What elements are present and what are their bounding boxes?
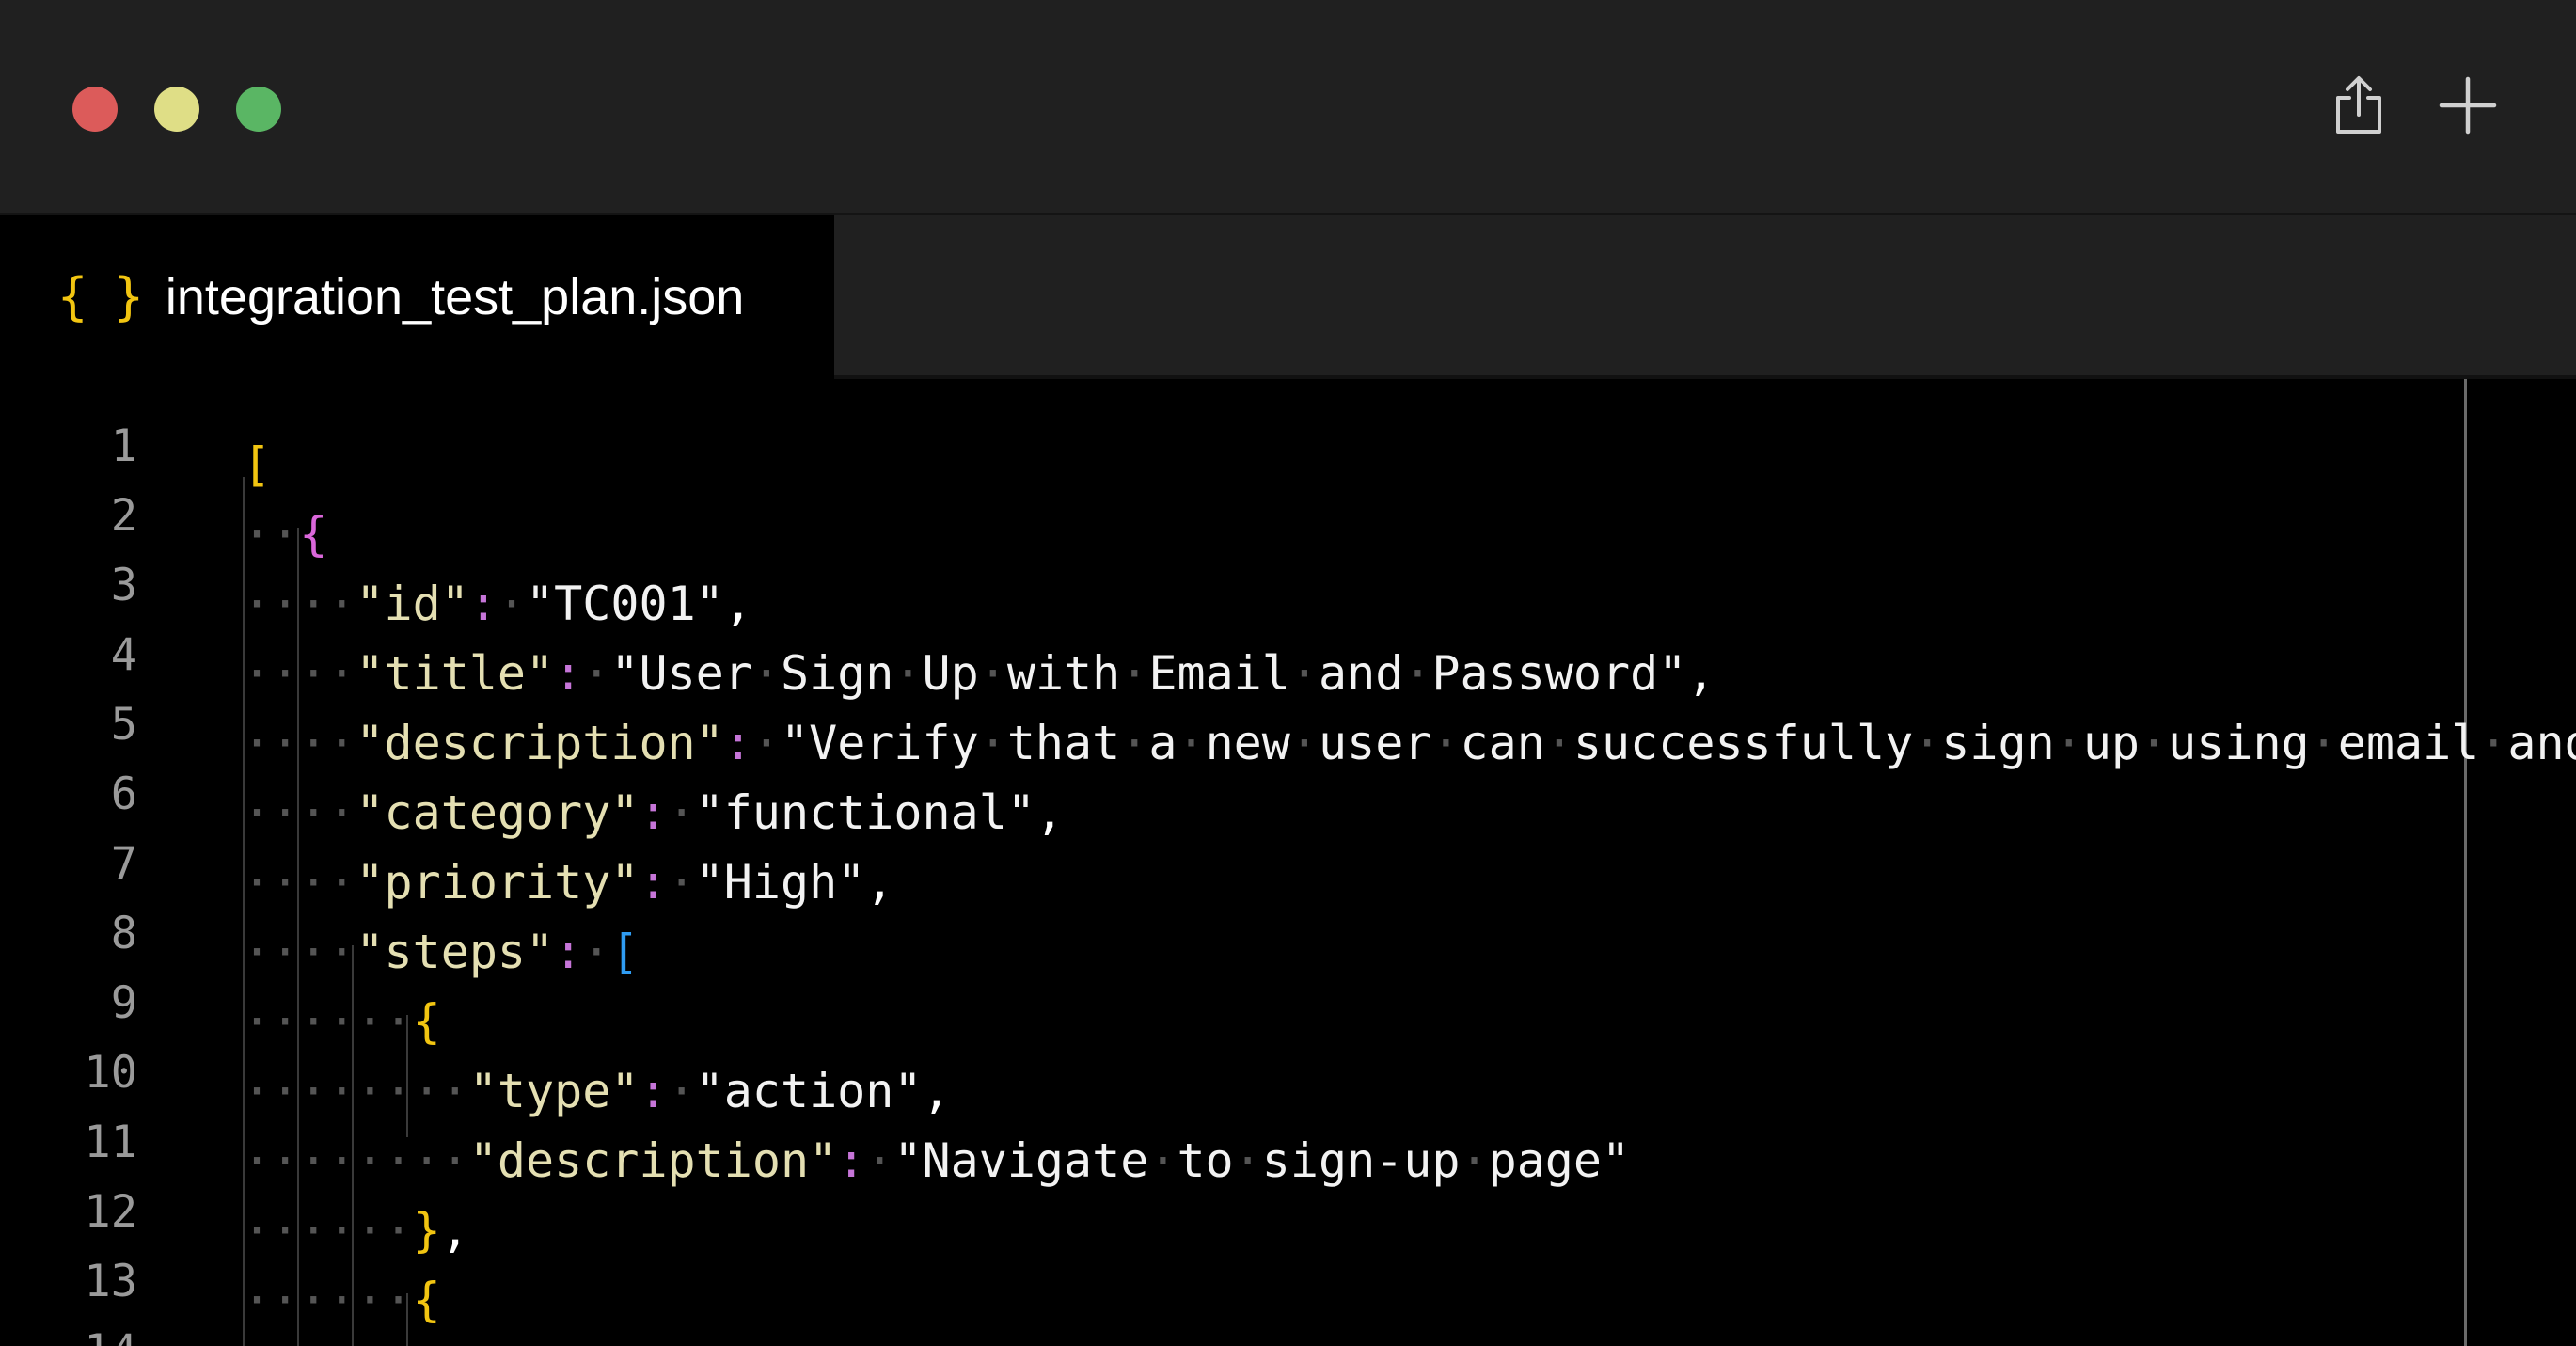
code-line: 2 ··{ bbox=[0, 464, 2576, 562]
tab-integration-test-plan[interactable]: { } integration_test_plan.json bbox=[0, 215, 834, 379]
code-line: 5 ····"description":·"Verify·that·a·new·… bbox=[0, 673, 2576, 770]
minimize-window-button[interactable] bbox=[154, 87, 199, 132]
tab-label: integration_test_plan.json bbox=[165, 269, 745, 325]
code-editor[interactable]: 1 [ 2 ··{ 3 ····"id":·"TC001", 4 ····"ti… bbox=[0, 379, 2576, 1346]
code-text: ········"type":·"action", bbox=[243, 1335, 951, 1346]
code-line: 8 ····"steps":·[ bbox=[0, 881, 2576, 979]
code-line: 7 ····"priority":·"High", bbox=[0, 812, 2576, 910]
code-line: 4 ····"title":·"User·Sign·Up·with·Email·… bbox=[0, 603, 2576, 701]
code-line: 9 ······{ bbox=[0, 951, 2576, 1049]
share-icon[interactable] bbox=[2321, 68, 2396, 143]
json-file-icon: { } bbox=[56, 267, 149, 326]
code-line: 12 ······}, bbox=[0, 1160, 2576, 1258]
maximize-window-button[interactable] bbox=[236, 87, 281, 132]
code-line: 13 ······{ bbox=[0, 1229, 2576, 1327]
code-line: 6 ····"category":·"functional", bbox=[0, 742, 2576, 840]
code-line: 1 [ bbox=[0, 394, 2576, 492]
line-number: 14 bbox=[0, 1317, 137, 1346]
title-bar bbox=[0, 0, 2576, 215]
tab-bar: { } integration_test_plan.json bbox=[0, 215, 2576, 379]
editor-window: { } integration_test_plan.json 1 [ 2 ··{… bbox=[0, 0, 2576, 1346]
code-line: 3 ····"id":·"TC001", bbox=[0, 533, 2576, 631]
code-line: 10 ········"type":·"action", bbox=[0, 1021, 2576, 1118]
code-line: 14 ········"type":·"action", bbox=[0, 1299, 2576, 1346]
close-window-button[interactable] bbox=[72, 87, 118, 132]
code-line: 11 ········"description":·"Navigate·to·s… bbox=[0, 1090, 2576, 1188]
plus-icon[interactable] bbox=[2430, 68, 2505, 143]
